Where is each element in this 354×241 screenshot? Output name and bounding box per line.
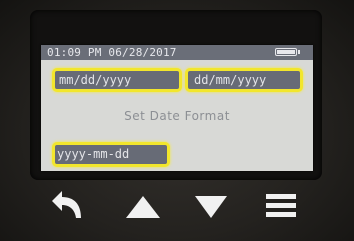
status-datetime: 01:09 PM 06/28/2017 [47,46,177,59]
device-body: 01:09 PM 06/28/2017 mm/dd/yyyy dd/mm/yyy… [0,0,354,241]
menu-button[interactable] [262,188,300,224]
back-arrow-icon [52,191,81,218]
status-bar: 01:09 PM 06/28/2017 [41,45,313,60]
up-triangle-icon [126,196,160,218]
date-format-option-dmy[interactable]: dd/mm/yyyy [185,68,303,92]
menu-icon [266,194,296,217]
set-date-format-label: Set Date Format [124,109,230,123]
up-button[interactable] [124,188,162,224]
date-format-option-mdy[interactable]: mm/dd/yyyy [52,68,182,92]
back-button[interactable] [48,188,86,224]
down-triangle-icon [195,196,227,218]
down-button[interactable] [192,188,230,224]
battery-full-icon [275,48,300,56]
date-format-option-ymd[interactable]: yyyy-mm-dd [52,142,170,167]
lcd-screen: 01:09 PM 06/28/2017 mm/dd/yyyy dd/mm/yyy… [41,45,313,171]
